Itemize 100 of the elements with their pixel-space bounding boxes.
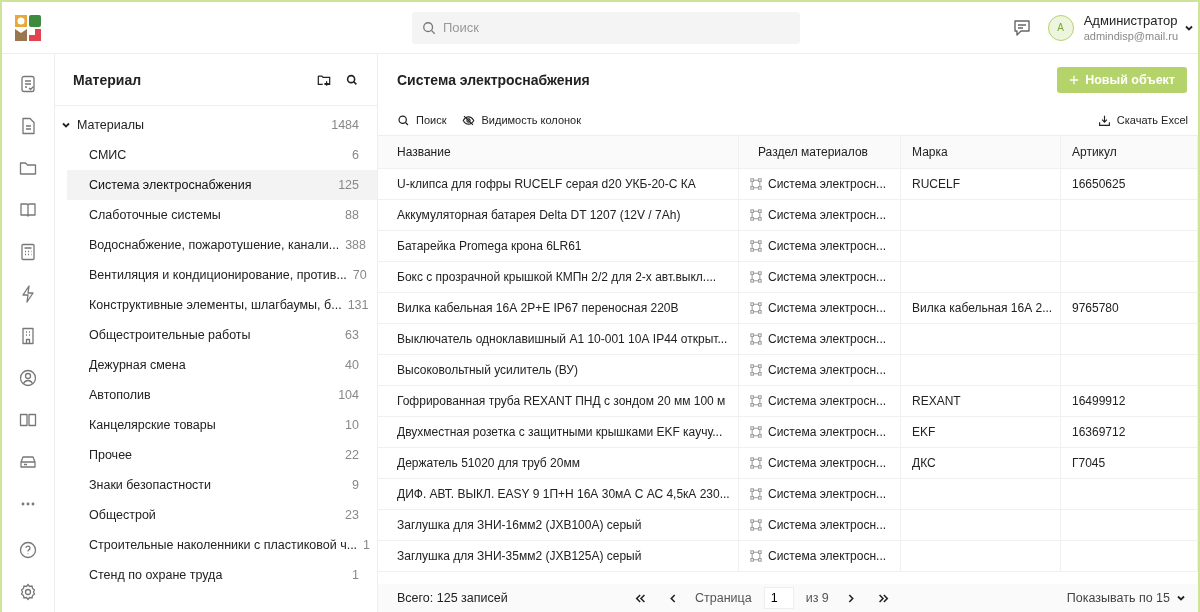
table-cell: Система электросн...: [768, 518, 887, 532]
section-icon: [750, 395, 762, 407]
tree-item[interactable]: Слаботочные системы 88: [67, 200, 377, 230]
section-icon: [750, 550, 762, 562]
section-icon: [750, 209, 762, 221]
page-input[interactable]: 1: [763, 587, 794, 609]
table-cell: Система электросн...: [768, 208, 887, 222]
section-icon: [750, 426, 762, 438]
table-cell: Держатель 51020 для труб 20мм: [378, 448, 739, 478]
logo-icon: [15, 14, 41, 41]
table-cell: Система электросн...: [768, 239, 887, 253]
section-icon: [750, 457, 762, 469]
table-cell: Система электросн...: [768, 487, 887, 501]
table-cell: Вилка кабельная 16А 2Р+Е IP67 переносная 220В: [378, 293, 739, 323]
search-icon: [397, 113, 410, 127]
eye-off-icon: [462, 113, 476, 127]
table-cell: Гофрированная труба REXANT ПНД с зондом 20 мм 100 м: [378, 386, 739, 416]
calculator-icon[interactable]: [18, 242, 38, 262]
tree-item[interactable]: Знаки безопастности 9: [67, 470, 377, 500]
page-label: Страница: [695, 591, 752, 605]
table-cell: Двухместная розетка с защитными крышками EKF каучу...: [378, 417, 739, 447]
search-icon: [422, 20, 436, 35]
table-cell: U-клипса для гофры RUCELF серая d20 УКБ-20-С КА: [378, 169, 739, 199]
table-cell: Бокс с прозрачной крышкой КМПн 2/2 для 2-х авт.выкл....: [378, 262, 739, 292]
table-cell: Система электросн...: [768, 363, 887, 377]
table-cell: RUCELF: [912, 177, 960, 191]
record-count: Всего: 125 записей: [397, 591, 508, 605]
download-icon: [1097, 113, 1111, 127]
table-cell: Система электросн...: [768, 456, 887, 470]
table-cell: Система электросн...: [768, 301, 887, 315]
table-cell: ДИФ. АВТ. ВЫКЛ. EASY 9 1П+Н 16А 30мА С АС 4,5кА 230...: [378, 479, 739, 509]
tree-item[interactable]: Автополив 104: [67, 380, 377, 410]
tree-item[interactable]: Вентиляция и кондиционирование, против... 70: [67, 260, 377, 290]
table-cell: REXANT: [912, 394, 961, 408]
tree-item[interactable]: Система электроснабжения 125: [67, 170, 377, 200]
tree-item[interactable]: Стенд по охране труда 1: [67, 560, 377, 590]
settings-icon[interactable]: [18, 582, 38, 602]
table-cell: 16650625: [1072, 177, 1126, 191]
table-cell: EKF: [912, 425, 936, 439]
tree-item[interactable]: Строительные наколенники с пластиковой ч... 1: [67, 530, 377, 560]
tree-item[interactable]: Материалы 1484: [55, 110, 377, 140]
search-field[interactable]: Поиск: [412, 11, 800, 44]
section-icon: [750, 364, 762, 376]
table-cell: Система электросн...: [768, 549, 887, 563]
column-header[interactable]: Раздел материалов: [739, 136, 901, 168]
panel-title: Материал: [73, 71, 142, 88]
column-header[interactable]: Артикул: [1061, 136, 1198, 168]
page-size-select[interactable]: Показывать по 15: [1066, 591, 1170, 605]
search-button[interactable]: Поиск: [397, 113, 447, 127]
download-excel-button[interactable]: Скачать Excel: [1097, 113, 1188, 127]
tree-item[interactable]: Общестроительные работы 63: [67, 320, 377, 350]
section-icon: [750, 240, 762, 252]
table-cell: Вилка кабельная 16А 2...: [912, 301, 1053, 315]
tree-item[interactable]: Общестрой 23: [67, 500, 377, 530]
table-cell: Система электросн...: [768, 332, 887, 346]
column-header[interactable]: Марка: [901, 136, 1061, 168]
table-cell: Г7045: [1072, 456, 1106, 470]
plus-icon: [1069, 74, 1080, 85]
user-icon[interactable]: [18, 368, 38, 388]
table-cell: 16369712: [1072, 425, 1126, 439]
last-page-icon[interactable]: [876, 592, 889, 604]
add-folder-icon[interactable]: [317, 72, 331, 87]
page-title: Система электроснабжения: [397, 71, 591, 88]
help-icon[interactable]: [18, 540, 38, 560]
table-cell: Система электросн...: [768, 270, 887, 284]
column-visibility-button[interactable]: Видимость колонок: [462, 113, 581, 127]
table-cell: Система электросн...: [768, 394, 887, 408]
user-email: admindisp@mail.ru: [1083, 30, 1178, 42]
page-total: из 9: [805, 591, 829, 605]
table-cell: Система электросн...: [768, 425, 887, 439]
section-icon: [750, 519, 762, 531]
chevron-icon[interactable]: [61, 120, 71, 130]
table-cell: Заглушка для ЗНИ-16мм2 (JXB100A) серый: [378, 510, 739, 540]
table-cell: Высоковольтный усилитель (ВУ): [378, 355, 739, 385]
first-page-icon[interactable]: [635, 592, 647, 604]
table-cell: 16499912: [1072, 394, 1126, 408]
column-header[interactable]: Название: [378, 136, 739, 168]
section-icon: [750, 302, 762, 314]
checklist-icon[interactable]: [18, 74, 38, 94]
user-name: Администратор: [1083, 13, 1178, 28]
tree-item[interactable]: Водоснабжение, пожаротушение, канали... 388: [67, 230, 377, 260]
search-icon[interactable]: [345, 72, 359, 87]
section-icon: [750, 271, 762, 283]
tree-item[interactable]: СМИС 6: [67, 140, 377, 170]
table-cell: Выключатель одноклавишный А1 10-001 10А IP44 открыт...: [378, 324, 739, 354]
chat-icon[interactable]: [1011, 17, 1032, 38]
table-cell: Аккумуляторная батарея Delta DT 1207 (12V / 7Ah): [378, 200, 739, 230]
table-cell: 9765780: [1072, 301, 1119, 315]
section-icon: [750, 333, 762, 345]
caret-icon[interactable]: [1176, 593, 1186, 603]
section-icon: [750, 178, 762, 190]
table-cell: Батарейка Promega крона 6LR61: [378, 231, 739, 261]
tree-item[interactable]: Дежурная смена 40: [67, 350, 377, 380]
tree-item[interactable]: Канцелярские товары 10: [67, 410, 377, 440]
table-cell: Система электросн...: [768, 177, 887, 191]
table-cell: Заглушка для ЗНИ-35мм2 (JXB125A) серый: [378, 541, 739, 571]
tree-item[interactable]: Прочее 22: [67, 440, 377, 470]
section-icon: [750, 488, 762, 500]
tree-item[interactable]: Конструктивные элементы, шлагбаумы, б... 131: [67, 290, 377, 320]
table-cell: ДКС: [912, 456, 936, 470]
